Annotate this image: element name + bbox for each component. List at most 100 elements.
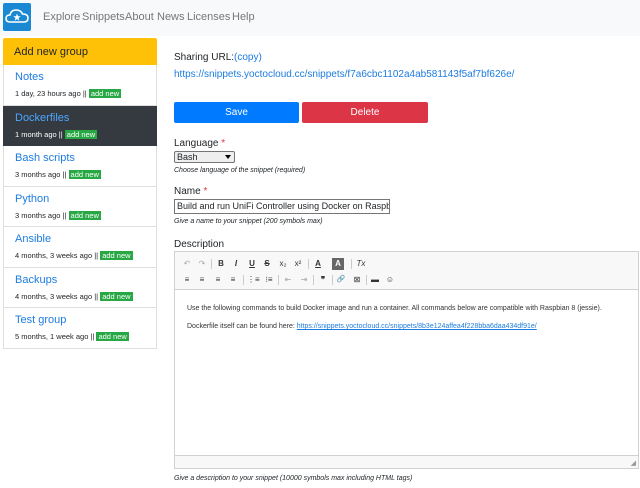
emoji-icon[interactable]: ☺: [384, 274, 396, 286]
add-new-badge[interactable]: add new: [100, 251, 133, 260]
redo-icon[interactable]: ↷: [196, 258, 208, 270]
add-new-group-button[interactable]: Add new group: [3, 38, 157, 65]
sharing-url-link[interactable]: https://snippets.yoctocloud.cc/snippets/…: [174, 69, 514, 80]
resize-handle-icon[interactable]: ◢: [631, 459, 636, 467]
editor-toolbar: ↶ ↷ B I U S x₂ x² A A Tx ≡ ≡ ≡ ≡ ⋮≡ ⁝≡ ⇤…: [175, 252, 638, 290]
nav-news[interactable]: News: [157, 11, 185, 23]
group-name[interactable]: Ansible: [15, 233, 156, 245]
description-label: Description: [174, 239, 225, 250]
language-label: Language *: [174, 138, 225, 149]
group-name[interactable]: Notes: [15, 71, 156, 83]
background-color-icon[interactable]: A: [332, 258, 344, 270]
toolbar-divider: [366, 275, 367, 285]
group-name[interactable]: Test group: [15, 314, 156, 326]
group-updated: 3 months ago ||: [15, 210, 67, 220]
language-select-value: Bash: [177, 152, 198, 162]
sharing-url-label: Sharing URL:: [174, 52, 235, 63]
align-center-icon[interactable]: ≡: [196, 274, 208, 286]
add-new-badge[interactable]: add new: [64, 129, 98, 139]
group-updated: 4 months, 3 weeks ago ||: [15, 291, 99, 301]
editor-content-line-2[interactable]: Dockerfile itself can be found here: htt…: [187, 323, 537, 330]
name-hint: Give a name to your snippet (200 symbols…: [174, 218, 323, 225]
toolbar-divider: [211, 259, 212, 269]
group-item-ansible[interactable]: Ansible 4 months, 3 weeks ago || add new: [3, 227, 157, 268]
group-name[interactable]: Backups: [15, 274, 156, 286]
save-button[interactable]: Save: [174, 102, 299, 123]
delete-button[interactable]: Delete: [302, 102, 428, 123]
group-meta: 1 day, 23 hours ago || add new: [15, 89, 156, 98]
group-meta: 4 months, 3 weeks ago || add new: [15, 251, 156, 260]
cloud-logo-icon[interactable]: [3, 3, 31, 31]
nav-about[interactable]: About: [125, 11, 154, 23]
editor-statusbar: ◢: [175, 455, 638, 468]
required-mark: *: [221, 138, 226, 149]
group-meta: 3 months ago || add new: [15, 210, 156, 220]
outdent-icon[interactable]: ⇤: [282, 274, 294, 286]
group-meta: 3 months ago || add new: [15, 170, 156, 179]
nav-snippets[interactable]: Snippets: [82, 11, 125, 23]
align-left-icon[interactable]: ≡: [181, 274, 193, 286]
language-select[interactable]: Bash: [174, 151, 235, 163]
add-new-badge[interactable]: add new: [68, 210, 101, 220]
undo-icon[interactable]: ↶: [181, 258, 193, 270]
numbered-list-icon[interactable]: ⁝≡: [263, 274, 275, 286]
group-meta: 1 month ago || add new: [15, 129, 156, 139]
unlink-icon[interactable]: ⊠: [351, 274, 363, 286]
group-updated: 3 months ago ||: [15, 170, 67, 179]
name-input[interactable]: Build and run UniFi Controller using Doc…: [174, 199, 390, 214]
rich-text-editor[interactable]: ↶ ↷ B I U S x₂ x² A A Tx ≡ ≡ ≡ ≡ ⋮≡ ⁝≡ ⇤…: [174, 251, 639, 469]
group-name[interactable]: Python: [15, 193, 156, 205]
add-new-badge[interactable]: add new: [96, 332, 129, 341]
group-item-bash-scripts[interactable]: Bash scripts 3 months ago || add new: [3, 146, 157, 187]
toolbar-divider: [313, 275, 314, 285]
link-icon[interactable]: 🔗: [335, 274, 347, 286]
chevron-down-icon: [225, 155, 231, 159]
align-right-icon[interactable]: ≡: [212, 274, 224, 286]
editor-content-line-1[interactable]: Use the following commands to build Dock…: [187, 305, 602, 312]
dockerfile-link[interactable]: https://snippets.yoctocloud.cc/snippets/…: [297, 323, 537, 330]
add-new-badge[interactable]: add new: [100, 291, 133, 301]
group-item-notes[interactable]: Notes 1 day, 23 hours ago || add new: [3, 65, 157, 106]
group-name[interactable]: Bash scripts: [15, 152, 156, 164]
top-navbar: Explore Snippets About News Licenses Hel…: [0, 0, 640, 36]
toolbar-divider: [278, 275, 279, 285]
superscript-icon[interactable]: x²: [292, 258, 304, 270]
horizontal-rule-icon[interactable]: ▬: [369, 274, 381, 286]
language-label-text: Language: [174, 138, 219, 149]
group-item-dockerfiles[interactable]: Dockerfiles 1 month ago || add new: [3, 105, 157, 146]
bold-icon[interactable]: B: [215, 258, 227, 270]
group-item-backups[interactable]: Backups 4 months, 3 weeks ago || add new: [3, 267, 157, 308]
toolbar-divider: [308, 259, 309, 269]
italic-icon[interactable]: I: [230, 258, 242, 270]
group-updated: 1 month ago ||: [15, 129, 63, 139]
group-updated: 1 day, 23 hours ago ||: [15, 89, 87, 98]
add-new-badge[interactable]: add new: [88, 89, 122, 98]
group-meta: 4 months, 3 weeks ago || add new: [15, 291, 156, 301]
group-updated: 5 months, 1 week ago ||: [15, 332, 95, 341]
blockquote-icon[interactable]: ❞: [317, 274, 329, 286]
underline-icon[interactable]: U: [246, 258, 258, 270]
toolbar-divider: [243, 275, 244, 285]
group-name[interactable]: Dockerfiles: [15, 112, 156, 124]
nav-licenses[interactable]: Licenses: [187, 11, 230, 23]
strikethrough-icon[interactable]: S: [261, 258, 273, 270]
description-prefix: Dockerfile itself can be found here:: [187, 323, 297, 330]
name-label-text: Name: [174, 186, 201, 197]
align-justify-icon[interactable]: ≡: [227, 274, 239, 286]
group-meta: 5 months, 1 week ago || add new: [15, 332, 156, 341]
copy-url-link[interactable]: (copy): [234, 52, 262, 63]
subscript-icon[interactable]: x₂: [277, 258, 289, 270]
bullet-list-icon[interactable]: ⋮≡: [247, 274, 260, 286]
group-item-python[interactable]: Python 3 months ago || add new: [3, 186, 157, 227]
nav-help[interactable]: Help: [232, 11, 255, 23]
description-hint: Give a description to your snippet (1000…: [174, 475, 413, 482]
group-updated: 4 months, 3 weeks ago ||: [15, 251, 99, 260]
groups-sidebar: Add new group Notes 1 day, 23 hours ago …: [3, 38, 157, 349]
text-color-icon[interactable]: A: [312, 258, 324, 270]
group-item-test-group[interactable]: Test group 5 months, 1 week ago || add n…: [3, 308, 157, 349]
clear-format-icon[interactable]: Tx: [355, 258, 367, 270]
indent-icon[interactable]: ⇥: [298, 274, 310, 286]
nav-explore[interactable]: Explore: [43, 11, 80, 23]
name-label: Name *: [174, 186, 207, 197]
add-new-badge[interactable]: add new: [68, 170, 101, 179]
